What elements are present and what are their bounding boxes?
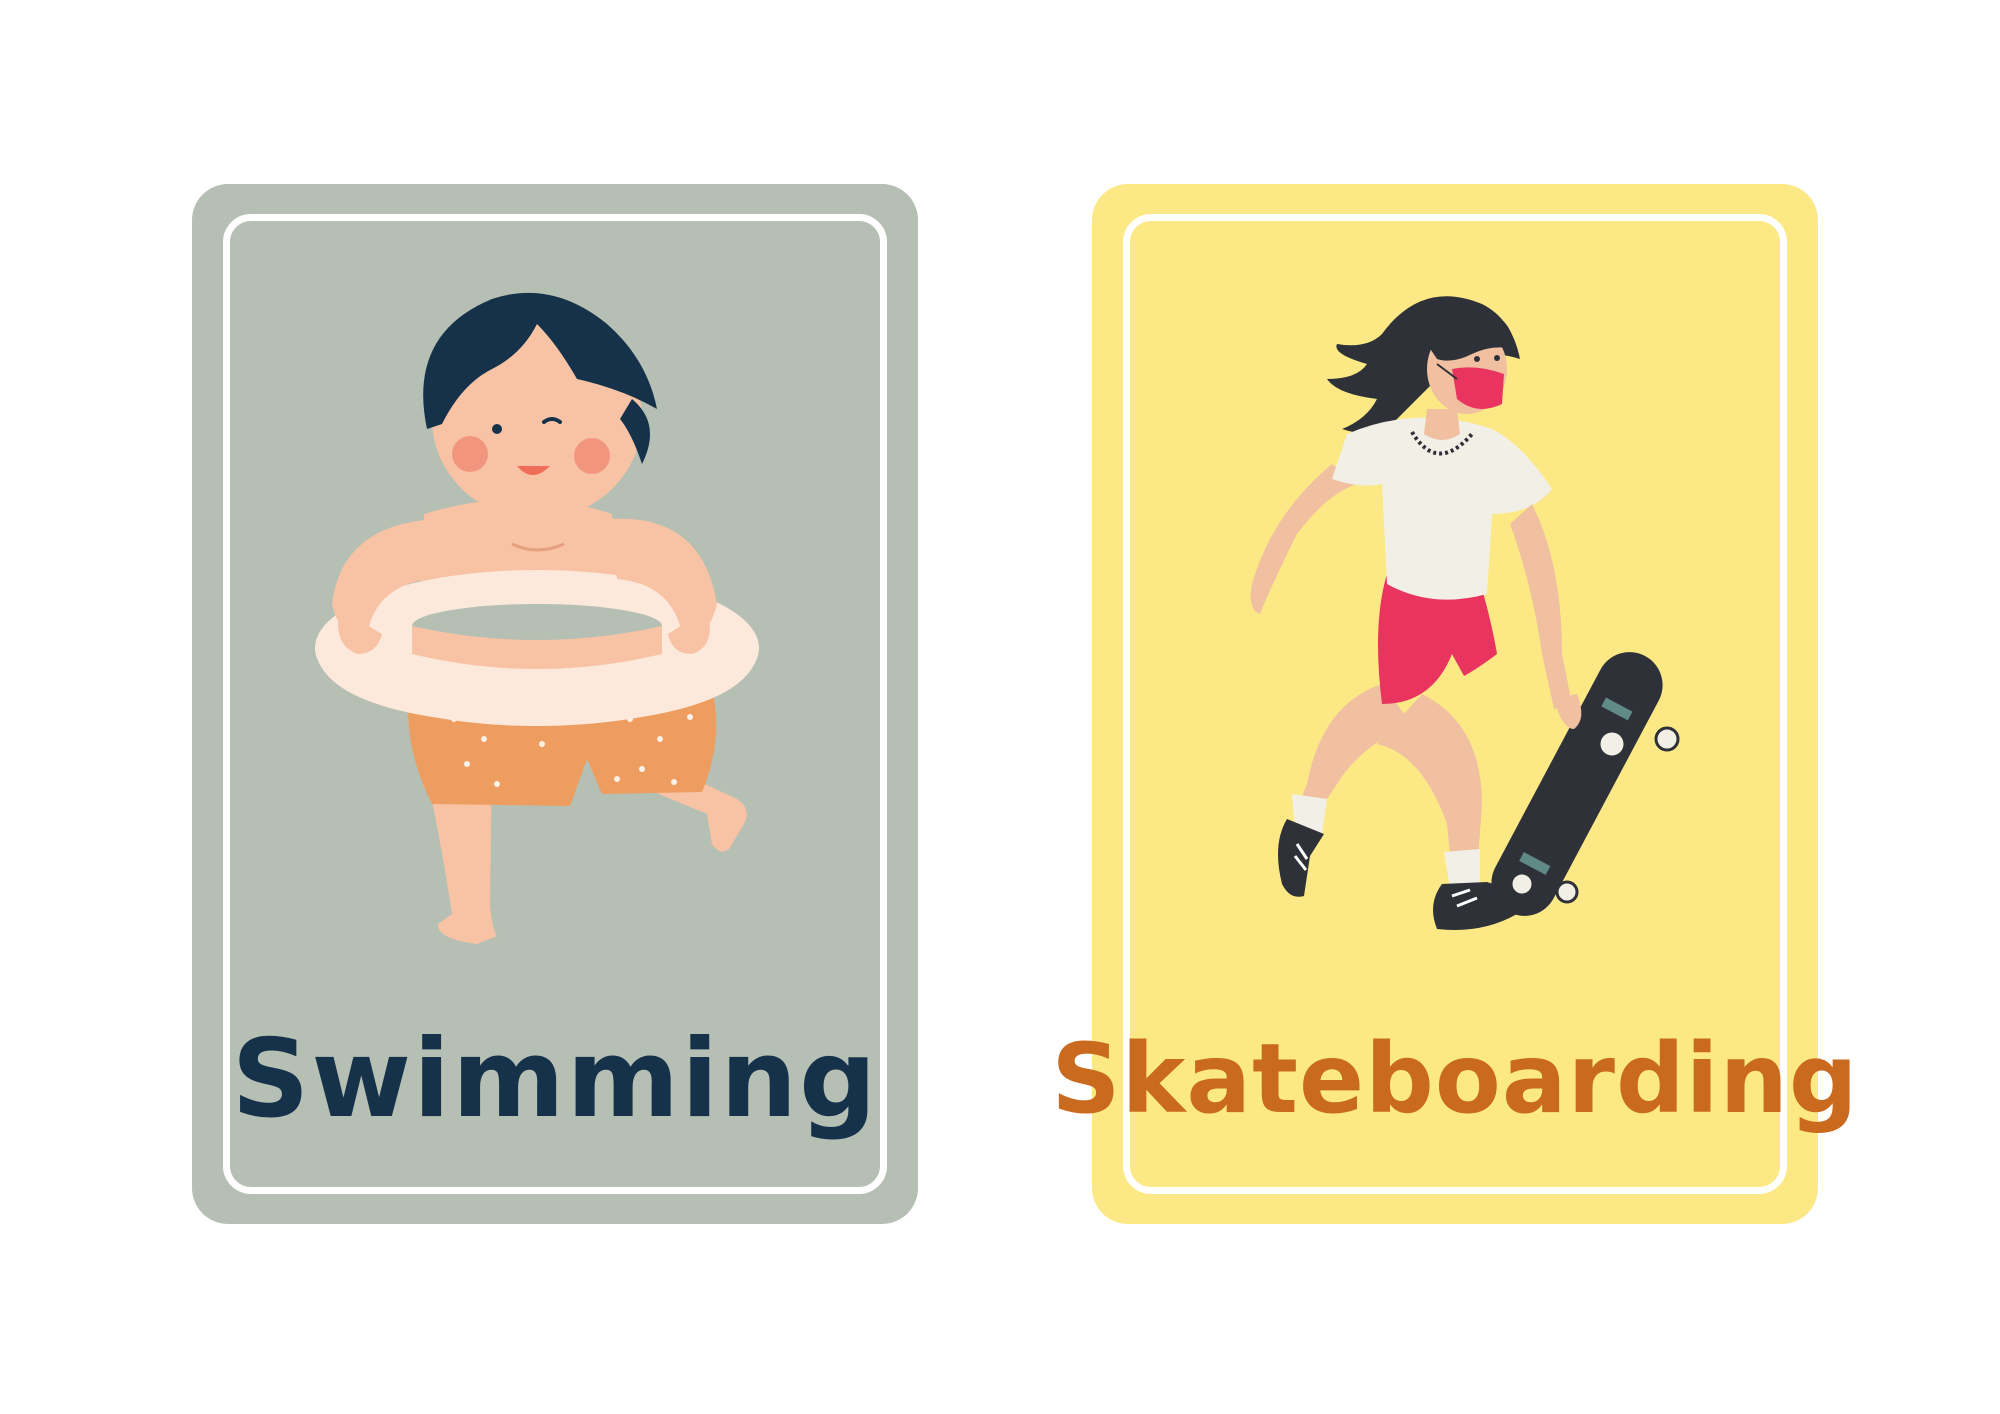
skateboarding-card: Skateboarding xyxy=(1051,184,1859,1224)
swimming-card: Swimming xyxy=(192,184,918,1224)
card-label: Skateboarding xyxy=(1051,1023,1859,1135)
card-label: Swimming xyxy=(231,1016,879,1142)
